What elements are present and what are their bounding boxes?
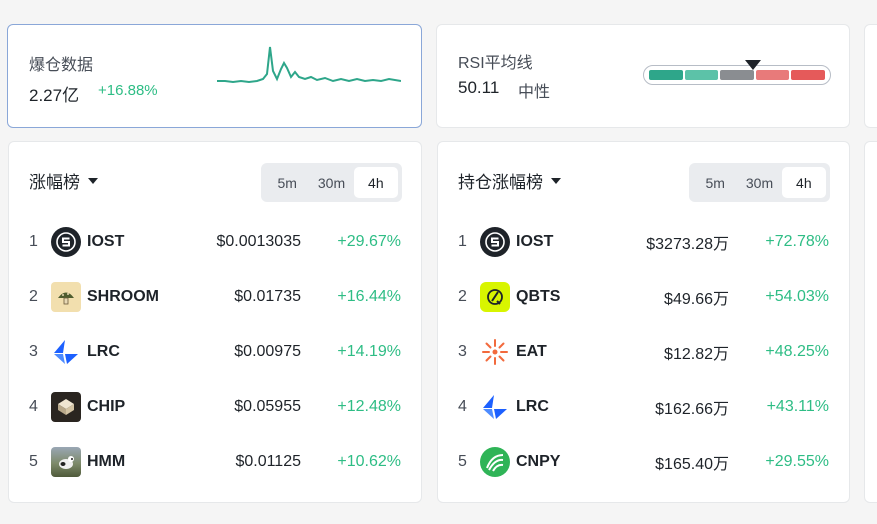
- row-rank: 1: [458, 233, 467, 250]
- row-rank: 4: [458, 398, 467, 415]
- open-interest-value: $12.82万: [664, 346, 729, 363]
- hmm-icon: [51, 447, 81, 477]
- coin-name: IOST: [516, 233, 554, 250]
- gainers-interval-5m[interactable]: 5m: [265, 167, 309, 198]
- liquidation-title: 爆仓数据: [29, 57, 94, 74]
- coin-name: QBTS: [516, 288, 561, 305]
- coin-price: $0.00975: [234, 343, 301, 360]
- oi-change: +43.11%: [766, 398, 829, 415]
- open-interest-value: $162.66万: [655, 401, 729, 418]
- rsi-segment-3: [720, 70, 754, 80]
- open-interest-value: $49.66万: [664, 291, 729, 308]
- lrc-icon: [480, 392, 510, 422]
- gainers-row[interactable]: 4 CHIP $0.05955 +12.48%: [9, 391, 421, 423]
- iost-icon: [51, 227, 81, 257]
- coin-name: IOST: [87, 233, 125, 250]
- gainers-interval-30m[interactable]: 30m: [309, 167, 353, 198]
- shroom-icon: [51, 282, 81, 312]
- oi-interval-4h[interactable]: 4h: [781, 167, 826, 198]
- rsi-title: RSI平均线: [458, 55, 533, 72]
- coin-name: LRC: [87, 343, 120, 360]
- oi-gainers-title: 持仓涨幅榜: [458, 173, 543, 192]
- rsi-status: 中性: [518, 84, 551, 101]
- rsi-segment-2: [684, 70, 719, 80]
- oi-gainers-row[interactable]: 1 IOST $3273.28万 +72.78%: [438, 226, 849, 258]
- row-rank: 5: [458, 453, 467, 470]
- coin-price: $0.01735: [234, 288, 301, 305]
- coin-change: +16.44%: [337, 288, 401, 305]
- coin-name: CNPY: [516, 453, 561, 470]
- oi-gainers-row[interactable]: 4 LRC $162.66万 +43.11%: [438, 391, 849, 423]
- oi-interval-5m[interactable]: 5m: [693, 167, 737, 198]
- oi-change: +72.78%: [765, 233, 829, 250]
- gainers-dropdown[interactable]: 涨幅榜: [29, 168, 98, 193]
- qbts-icon: [480, 282, 510, 312]
- cnpy-icon: [480, 447, 510, 477]
- coin-change: +14.19%: [337, 343, 401, 360]
- coin-price: $0.0013035: [216, 233, 301, 250]
- rsi-gauge: [643, 65, 831, 85]
- gainers-row[interactable]: 2 SHROOM $0.01735 +16.44%: [9, 281, 421, 313]
- row-rank: 5: [29, 453, 38, 470]
- oi-change: +54.03%: [765, 288, 829, 305]
- oi-change: +29.55%: [765, 453, 829, 470]
- rsi-segment-5: [791, 70, 825, 80]
- next-card-top[interactable]: [864, 24, 877, 128]
- oi-change: +48.25%: [765, 343, 829, 360]
- coin-name: EAT: [516, 343, 547, 360]
- row-rank: 1: [29, 233, 38, 250]
- rsi-value: 50.11: [458, 78, 500, 97]
- open-interest-value: $3273.28万: [646, 236, 729, 253]
- coin-name: SHROOM: [87, 288, 159, 305]
- caret-down-icon: [88, 177, 98, 184]
- gainers-row[interactable]: 1 IOST $0.0013035 +29.67%: [9, 226, 421, 258]
- row-rank: 2: [29, 288, 38, 305]
- rsi-card[interactable]: RSI平均线 50.11 中性: [436, 24, 850, 128]
- eat-icon: [480, 337, 510, 367]
- open-interest-value: $165.40万: [655, 456, 729, 473]
- coin-change: +10.62%: [337, 453, 401, 470]
- coin-change: +29.67%: [337, 233, 401, 250]
- oi-gainers-row[interactable]: 2 QBTS $49.66万 +54.03%: [438, 281, 849, 313]
- caret-down-icon: [551, 177, 561, 184]
- row-rank: 4: [29, 398, 38, 415]
- gainers-card: 涨幅榜 5m 30m 4h 1 IOST $0.0013035 +29.67% …: [8, 141, 422, 503]
- oi-gainers-dropdown[interactable]: 持仓涨幅榜: [458, 168, 561, 193]
- chip-icon: [51, 392, 81, 422]
- gainers-row[interactable]: 5 HMM $0.01125 +10.62%: [9, 446, 421, 478]
- oi-gainers-row[interactable]: 5 CNPY $165.40万 +29.55%: [438, 446, 849, 478]
- oi-interval-selector: 5m 30m 4h: [689, 163, 830, 202]
- rsi-pointer-icon: [745, 60, 761, 70]
- coin-price: $0.01125: [235, 453, 301, 470]
- lrc-icon: [51, 337, 81, 367]
- gainers-interval-4h[interactable]: 4h: [353, 167, 398, 198]
- oi-gainers-card: 持仓涨幅榜 5m 30m 4h 1 IOST $3273.28万 +72.78%…: [437, 141, 850, 503]
- coin-name: LRC: [516, 398, 549, 415]
- iost-icon: [480, 227, 510, 257]
- coin-price: $0.05955: [234, 398, 301, 415]
- row-rank: 2: [458, 288, 467, 305]
- gainers-interval-selector: 5m 30m 4h: [261, 163, 402, 202]
- coin-name: HMM: [87, 453, 126, 470]
- liquidation-change: +16.88%: [98, 82, 158, 99]
- liquidation-card[interactable]: 爆仓数据 2.27亿 +16.88%: [7, 24, 422, 128]
- liquidation-value: 2.27亿: [29, 86, 80, 105]
- rsi-segment-1: [649, 70, 683, 80]
- oi-interval-30m[interactable]: 30m: [737, 167, 781, 198]
- liquidation-sparkline: [217, 46, 401, 84]
- gainers-row[interactable]: 3 LRC $0.00975 +14.19%: [9, 336, 421, 368]
- row-rank: 3: [458, 343, 467, 360]
- row-rank: 3: [29, 343, 38, 360]
- rsi-segment-4: [755, 70, 790, 80]
- coin-name: CHIP: [87, 398, 126, 415]
- gainers-title: 涨幅榜: [29, 173, 80, 192]
- coin-change: +12.48%: [337, 398, 401, 415]
- oi-gainers-row[interactable]: 3 EAT $12.82万 +48.25%: [438, 336, 849, 368]
- next-card-bottom[interactable]: [864, 141, 877, 503]
